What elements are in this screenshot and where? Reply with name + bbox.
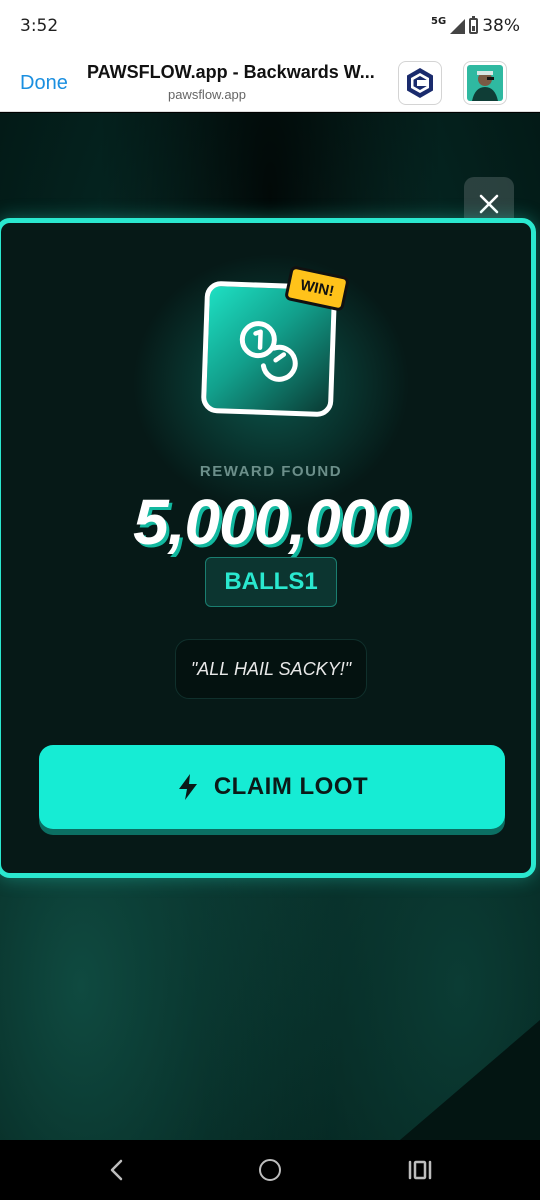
browser-header: Done PAWSFLOW.app - Backwards W... pawsf… <box>0 52 540 112</box>
recent-apps-icon[interactable] <box>408 1160 432 1180</box>
battery-icon <box>469 16 479 34</box>
status-time: 3:52 <box>20 16 59 36</box>
avatar-button[interactable] <box>463 61 507 105</box>
reward-modal: WIN! REWARD FOUND 5,000,000 BALLS1 "ALL … <box>0 218 536 878</box>
avatar-icon <box>467 65 503 101</box>
battery-percent: 38% <box>482 16 520 36</box>
c-logo-icon <box>407 68 433 98</box>
status-indicators: 5G 38% <box>431 15 520 37</box>
reward-amount: 5,000,000 <box>133 486 410 558</box>
page-title: PAWSFLOW.app - Backwards W... <box>87 62 375 82</box>
token-badge: BALLS1 <box>205 557 337 607</box>
background-shape <box>400 1020 540 1140</box>
lightning-icon <box>178 774 197 800</box>
reward-label: REWARD FOUND <box>199 463 343 480</box>
done-button[interactable]: Done <box>20 72 68 95</box>
navigation-bar <box>0 1140 540 1200</box>
claim-loot-label: CLAIM LOOT <box>213 773 369 800</box>
close-icon <box>479 194 499 214</box>
claim-loot-button[interactable]: CLAIM LOOT <box>39 745 505 829</box>
page-url: pawsflow.app <box>167 87 247 102</box>
home-icon[interactable] <box>259 1159 281 1181</box>
quote-text: "ALL HAIL SACKY!" <box>175 639 367 699</box>
status-bar: 3:52 5G 38% <box>0 0 540 52</box>
network-label: 5G <box>431 15 447 27</box>
c-logo-button[interactable] <box>398 61 442 105</box>
signal-icon <box>450 18 466 34</box>
back-icon[interactable] <box>108 1158 124 1182</box>
coins-icon <box>239 321 298 382</box>
web-content: WIN! REWARD FOUND 5,000,000 BALLS1 "ALL … <box>0 113 540 1140</box>
